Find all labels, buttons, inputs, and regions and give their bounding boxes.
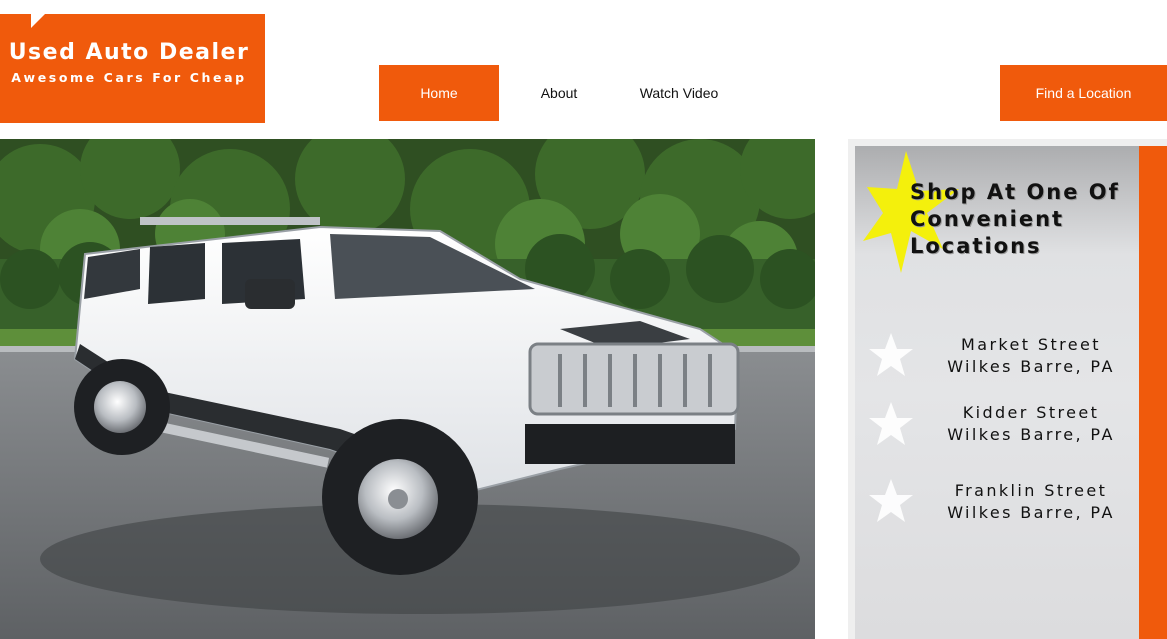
location-city: Wilkes Barre, PA [947, 425, 1115, 444]
location-item-franklin[interactable]: Franklin Street Wilkes Barre, PA [933, 480, 1129, 524]
sidebar-heading-line-3: Locations [910, 234, 1042, 258]
location-street: Market Street [961, 335, 1101, 354]
location-item-kidder[interactable]: Kidder Street Wilkes Barre, PA [933, 402, 1129, 446]
location-city: Wilkes Barre, PA [947, 357, 1115, 376]
nav-home[interactable]: Home [379, 65, 499, 121]
find-location-button[interactable]: Find a Location [1000, 65, 1167, 121]
logo-title: Used Auto Dealer [8, 40, 250, 65]
location-star-icon [869, 333, 913, 376]
locations-sidebar: Shop At One Of Convenient Locations Mark… [848, 139, 1167, 639]
location-star-icon [869, 479, 913, 522]
location-city: Wilkes Barre, PA [947, 503, 1115, 522]
location-street: Kidder Street [962, 403, 1100, 422]
sidebar-heading: Shop At One Of Convenient Locations [910, 179, 1140, 260]
nav-about[interactable]: About [516, 65, 602, 121]
location-street: Franklin Street [954, 481, 1108, 500]
sidebar-heading-line-1: Shop At One Of [910, 180, 1120, 204]
logo-notch [31, 14, 45, 28]
sidebar-heading-line-2: Convenient [910, 207, 1065, 231]
location-star-icon [869, 402, 913, 445]
location-item-market[interactable]: Market Street Wilkes Barre, PA [933, 334, 1129, 378]
nav-watch-video[interactable]: Watch Video [622, 65, 736, 121]
site-logo[interactable]: Used Auto Dealer Awesome Cars For Cheap [0, 14, 265, 123]
logo-tagline: Awesome Cars For Cheap [11, 70, 247, 85]
panel-stripe [1139, 146, 1167, 639]
hero-car-image [0, 139, 815, 639]
